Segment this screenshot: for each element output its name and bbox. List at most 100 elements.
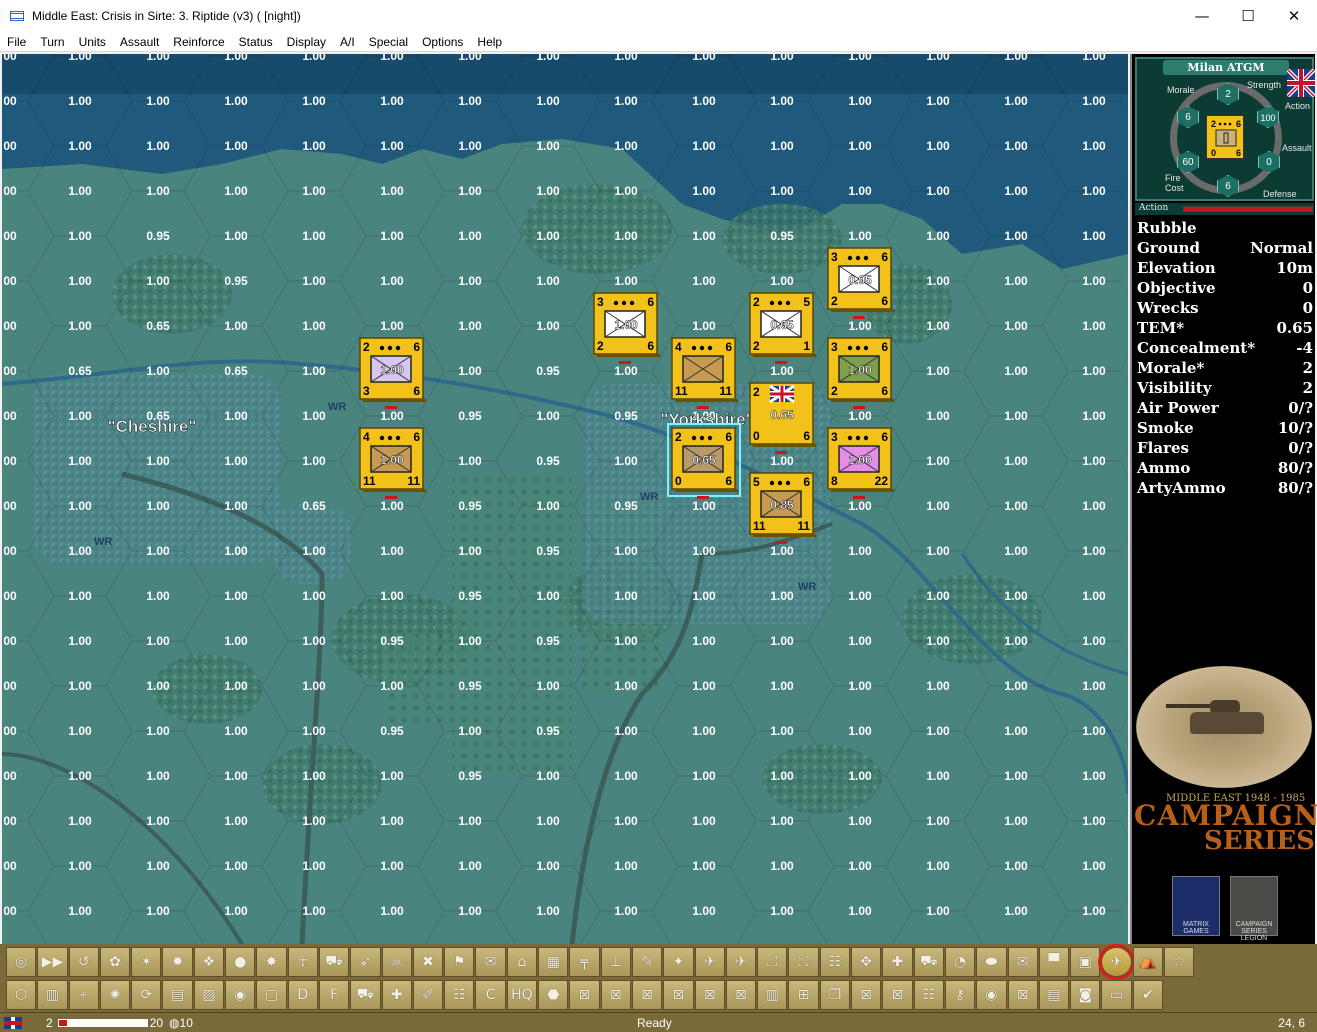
coins-button[interactable]: ◉	[976, 980, 1007, 1010]
letter-c-button[interactable]: C	[475, 980, 506, 1010]
blast-button[interactable]: ✸	[256, 947, 287, 977]
mine-button[interactable]: ✶	[131, 947, 162, 977]
rocket-button[interactable]: ✦	[663, 947, 694, 977]
menu-units[interactable]: Units	[72, 35, 113, 49]
undo-button[interactable]: ↺	[68, 947, 99, 977]
mortar-button[interactable]: ⊥	[600, 947, 631, 977]
grenade-button[interactable]: ✿	[99, 947, 131, 977]
pencil-button[interactable]: ✐	[412, 980, 444, 1010]
envelope-b-button[interactable]: ⊠	[725, 980, 757, 1010]
envelope-grid-button[interactable]: ⊠	[631, 980, 663, 1010]
unit-counter[interactable]: 2 0.65 0 6	[749, 382, 816, 454]
smoke-button[interactable]: ●	[225, 947, 256, 977]
network-button[interactable]: ⬣	[538, 980, 569, 1010]
soldier-button[interactable]: ☥	[287, 947, 318, 977]
unload-button[interactable]: ⛶	[757, 947, 788, 977]
cluster-button[interactable]: ❖	[193, 947, 225, 977]
crosshair-button[interactable]: ◎	[6, 947, 37, 977]
book2-button[interactable]: ▥	[757, 980, 788, 1010]
hq-button[interactable]: HQ	[506, 980, 538, 1010]
cycle-button[interactable]: ⟳	[131, 980, 162, 1010]
envelope-a-button[interactable]: ⊠	[694, 980, 725, 1010]
mark-button[interactable]: ⛺	[1132, 947, 1163, 977]
troops-button[interactable]: ☷	[444, 980, 475, 1010]
skull-button[interactable]: ☠	[381, 947, 412, 977]
unit-counter[interactable]: 3 6 0.95 2 6	[827, 247, 894, 319]
flare-button[interactable]: ➶	[350, 947, 381, 977]
truck-button[interactable]: ⛟	[318, 947, 350, 977]
arty-button[interactable]: ✎	[631, 947, 663, 977]
hex-map-canvas[interactable]: 00 1.00 1.00 1.00 1.00 1.00 1.00 1.00 1.00 1.00 1.…	[2, 54, 1128, 944]
plus-box-button[interactable]: ⊞	[788, 980, 819, 1010]
squad-button[interactable]: ☷	[913, 980, 944, 1010]
maximize-button[interactable]: ☐	[1225, 0, 1271, 32]
monitor-button[interactable]: ▭	[1101, 980, 1132, 1010]
envelope-c-button[interactable]: ⊠	[851, 980, 882, 1010]
image-button[interactable]: ▨	[193, 980, 225, 1010]
group-button[interactable]: ✥	[851, 947, 882, 977]
hex-map[interactable]: 00 1.00 1.00 1.00 1.00 1.00 1.00 1.00 1.00 1.00 1.…	[2, 54, 1128, 944]
menu-assault[interactable]: Assault	[113, 35, 166, 49]
menu-display[interactable]: Display	[280, 35, 333, 49]
unit-counter[interactable]: 4 6 11 11	[671, 337, 738, 409]
star-button[interactable]: ☆	[1163, 947, 1195, 977]
unit-counter[interactable]: 3 6 1.00 8 22	[827, 427, 894, 499]
flag-button[interactable]: ▀	[1038, 947, 1070, 977]
minimize-button[interactable]: —	[1179, 0, 1225, 32]
mail-button[interactable]: ✉	[475, 947, 506, 977]
gun2-button[interactable]: ✚	[882, 947, 913, 977]
dig-button[interactable]: ✉	[1007, 947, 1038, 977]
tools-button[interactable]: ✚	[381, 980, 412, 1010]
letter-d-button[interactable]: D	[287, 980, 318, 1010]
disc-button[interactable]: ⬬	[976, 947, 1007, 977]
menu-ai[interactable]: A/I	[333, 35, 362, 49]
envelope-d-button[interactable]: ⊠	[882, 980, 913, 1010]
menu-status[interactable]: Status	[232, 35, 280, 49]
menu-options[interactable]: Options	[415, 35, 470, 49]
zoom-button[interactable]: ⌖	[68, 980, 99, 1010]
repair-button[interactable]: ✖	[412, 947, 444, 977]
envelope-e-button[interactable]: ⊠	[1007, 980, 1038, 1010]
gauge-button[interactable]: ◔	[944, 947, 976, 977]
menu-special[interactable]: Special	[362, 35, 415, 49]
unit-counter[interactable]: 3 6 1.00 2 6	[593, 292, 660, 364]
envelope-x2-button[interactable]: ⊠	[663, 980, 694, 1010]
stack-button[interactable]: ☷	[819, 947, 851, 977]
box-button[interactable]: ▣	[1070, 947, 1101, 977]
gun-button[interactable]: ╤	[569, 947, 600, 977]
bomb-button[interactable]: ✹	[162, 947, 193, 977]
car-button[interactable]: ⛟	[350, 980, 381, 1010]
box2-button[interactable]: ▢	[256, 980, 287, 1010]
stop-button[interactable]: ◙	[1070, 980, 1101, 1010]
load-button[interactable]: ⛶	[788, 947, 819, 977]
menu-file[interactable]: File	[0, 35, 33, 49]
rally-button[interactable]: ⚑	[444, 947, 475, 977]
circle-button[interactable]: ◉	[225, 980, 256, 1010]
unit-counter[interactable]: 2 5 0.65 2 1	[749, 292, 816, 364]
close-button[interactable]: ✕	[1271, 0, 1317, 32]
copy-button[interactable]: ❐	[819, 980, 851, 1010]
envelope-flag-button[interactable]: ⊠	[600, 980, 631, 1010]
menu-reinforce[interactable]: Reinforce	[166, 35, 231, 49]
bridge-button[interactable]: ⌂	[506, 947, 538, 977]
menu-turn[interactable]: Turn	[33, 35, 71, 49]
envelope-x-button[interactable]: ⊠	[569, 980, 600, 1010]
plane-button[interactable]: ✈	[725, 947, 757, 977]
unit-counter[interactable]: 5 60.8511 11	[749, 472, 816, 544]
unit-counter[interactable]: 2 6 1.00 3 6	[359, 337, 426, 409]
fast-forward-button[interactable]: ▶▶	[37, 947, 68, 977]
unit-counter[interactable]: 3 6 1.00 2 6	[827, 337, 894, 409]
heli-button[interactable]: ✈	[694, 947, 725, 977]
letter-f-button[interactable]: F	[318, 980, 350, 1010]
ledger-button[interactable]: ▤	[1038, 980, 1070, 1010]
airstrike-button[interactable]: ✈	[1101, 947, 1132, 977]
hex-button[interactable]: ⬡	[6, 980, 37, 1010]
honeycomb-button[interactable]: ✺	[99, 980, 131, 1010]
map-button[interactable]: ▥	[37, 980, 68, 1010]
building-button[interactable]: ▦	[538, 947, 569, 977]
book-button[interactable]: ▤	[162, 980, 193, 1010]
check-button[interactable]: ✔	[1132, 980, 1163, 1010]
vehicle-button[interactable]: ⛟	[913, 947, 944, 977]
menu-help[interactable]: Help	[470, 35, 509, 49]
unit-counter[interactable]: 2 6 0.65 0 6	[667, 423, 741, 499]
